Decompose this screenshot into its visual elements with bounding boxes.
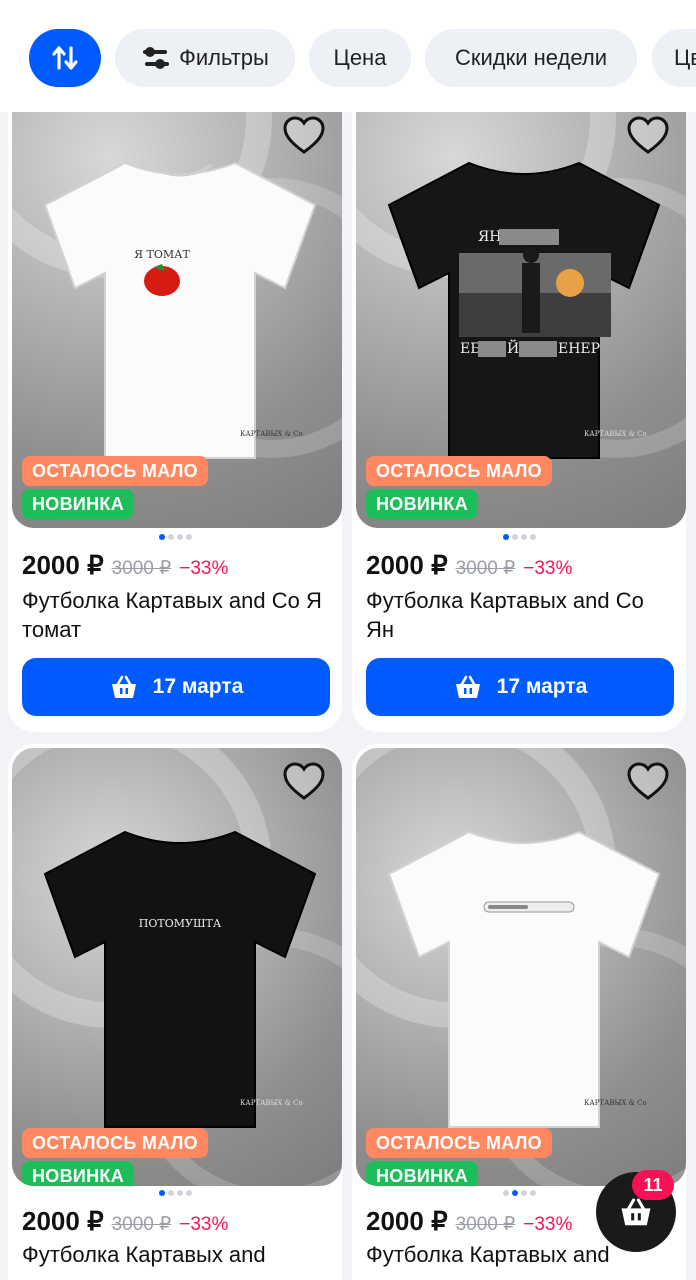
pager-dot [529,534,536,540]
pager-dot [511,1190,518,1196]
price-row: 2000 ₽ 3000 ₽ −33% [366,550,572,581]
pager-dot [529,1190,536,1196]
product-title[interactable]: Футболка Картавых and Co Я томат [22,586,332,644]
color-filter-label: Цв [674,45,696,70]
tshirt-image: ЯН ЕБ Й ЕНЕР КАРТАВЫХ & Co [387,161,661,459]
pager-dot [502,534,509,540]
pager-dot [502,1190,509,1196]
new-badge: НОВИНКА [22,489,135,519]
pager-dot [167,534,174,540]
delivery-date: 17 марта [496,675,588,698]
pager-dot [520,1190,527,1196]
shirt-brand-label: КАРТАВЫХ & Co [584,430,647,438]
favorite-heart-icon[interactable] [626,760,670,804]
current-price: 2000 ₽ [366,550,448,580]
basket-icon [621,1198,651,1226]
product-image[interactable]: ЯН ЕБ Й ЕНЕР КАРТАВЫХ & Co ОСТАЛОСЬ МАЛО… [356,112,686,528]
low-stock-badge: ОСТАЛОСЬ МАЛО [22,456,208,486]
pager-dot [520,534,527,540]
print-text-bottom-a: ЕБ [460,341,481,357]
filter-bar: Фильтры Цена Скидки недели Цв [0,0,696,112]
product-title[interactable]: Футболка Картавых and [22,1240,332,1269]
basket-icon [455,675,480,698]
pager-dot [167,1190,174,1196]
image-pager [8,534,342,540]
add-to-cart-button[interactable]: 17 марта [22,658,330,716]
delivery-date: 17 марта [152,675,244,698]
cart-count-badge: 11 [632,1170,674,1200]
shirt-brand-label: КАРТАВЫХ & Co [240,430,303,438]
print-text-top: ЯН [478,229,502,245]
price-filter-label: Цена [333,45,387,70]
current-price: 2000 ₽ [366,1206,448,1236]
sort-arrows-icon [52,46,78,70]
price-row: 2000 ₽ 3000 ₽ −33% [366,1206,572,1237]
product-image[interactable]: КАРТАВЫХ & Co ОСТАЛОСЬ МАЛО НОВИНКА [356,748,686,1186]
tshirt-image: ПОТОМУШТА КАРТАВЫХ & Co [43,830,317,1128]
print-text-bottom-b: Й [507,338,519,357]
weekly-discounts-chip[interactable]: Скидки недели [425,29,637,87]
current-price: 2000 ₽ [22,1206,104,1236]
new-badge: НОВИНКА [366,489,479,519]
favorite-heart-icon[interactable] [282,760,326,804]
product-image[interactable]: ПОТОМУШТА КАРТАВЫХ & Co ОСТАЛОСЬ МАЛО НО… [12,748,342,1186]
pager-dot [176,1190,183,1196]
product-title[interactable]: Футболка Картавых and Co Ян [366,586,676,644]
old-price: 3000 ₽ [455,1214,516,1235]
old-price: 3000 ₽ [111,1214,172,1235]
image-pager [352,534,686,540]
pager-dot [176,534,183,540]
product-card[interactable]: ПОТОМУШТА КАРТАВЫХ & Co ОСТАЛОСЬ МАЛО НО… [8,744,342,1280]
print-text-bottom-c: ЕНЕР [558,341,600,357]
product-grid: Я ТОМАТ КАРТАВЫХ & Co ОСТАЛОСЬ МАЛО НОВИ… [0,112,696,1280]
tshirt-image: Я ТОМАТ КАРТАВЫХ & Co [43,161,317,459]
discount-percent: −33% [523,1214,573,1235]
price-row: 2000 ₽ 3000 ₽ −33% [22,550,228,581]
price-filter-chip[interactable]: Цена [309,29,411,87]
sort-button[interactable] [29,29,101,87]
pager-dot [185,1190,192,1196]
product-image[interactable]: Я ТОМАТ КАРТАВЫХ & Co ОСТАЛОСЬ МАЛО НОВИ… [12,112,342,528]
discount-percent: −33% [179,1214,229,1235]
add-to-cart-button[interactable]: 17 марта [366,658,674,716]
favorite-heart-icon[interactable] [282,114,326,158]
pager-dot [158,534,165,540]
low-stock-badge: ОСТАЛОСЬ МАЛО [366,456,552,486]
color-filter-chip[interactable]: Цв [652,29,696,87]
image-pager [8,1190,342,1196]
filter-sliders-icon [141,45,171,71]
product-card[interactable]: Я ТОМАТ КАРТАВЫХ & Co ОСТАЛОСЬ МАЛО НОВИ… [8,112,342,732]
pager-dot [158,1190,165,1196]
low-stock-badge: ОСТАЛОСЬ МАЛО [366,1128,552,1158]
low-stock-badge: ОСТАЛОСЬ МАЛО [22,1128,208,1158]
weekly-discounts-label: Скидки недели [454,45,608,70]
new-badge: НОВИНКА [366,1161,479,1186]
tshirt-image: КАРТАВЫХ & Co [387,830,661,1128]
shirt-brand-label: КАРТАВЫХ & Co [584,1099,647,1107]
pager-dot [185,534,192,540]
filters-label: Фильтры [179,45,269,70]
print-text: Я ТОМАТ [134,248,190,261]
shirt-brand-label: КАРТАВЫХ & Co [240,1099,303,1107]
filters-button[interactable]: Фильтры [115,29,295,87]
discount-percent: −33% [523,558,573,579]
old-price: 3000 ₽ [455,558,516,579]
old-price: 3000 ₽ [111,558,172,579]
favorite-heart-icon[interactable] [626,114,670,158]
basket-icon [111,675,136,698]
product-card[interactable]: ЯН ЕБ Й ЕНЕР КАРТАВЫХ & Co ОСТАЛОСЬ МАЛО… [352,112,686,732]
print-text: ПОТОМУШТА [139,917,222,930]
discount-percent: −33% [179,558,229,579]
new-badge: НОВИНКА [22,1161,135,1186]
pager-dot [511,534,518,540]
price-row: 2000 ₽ 3000 ₽ −33% [22,1206,228,1237]
current-price: 2000 ₽ [22,550,104,580]
